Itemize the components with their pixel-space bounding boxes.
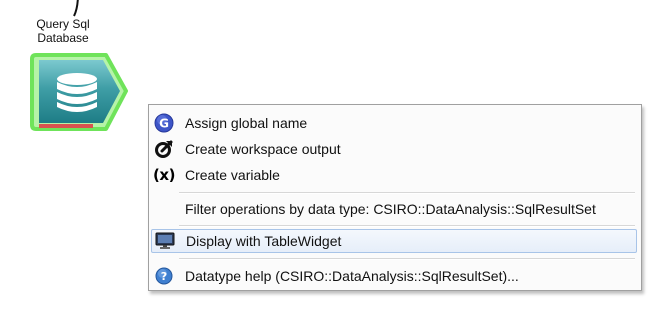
menu-item-assign-global-name[interactable]: G Assign global name [151, 111, 637, 135]
menu-separator [179, 192, 635, 194]
context-menu: G Assign global name Create workspace ou… [148, 104, 642, 291]
menu-item-label: Create variable [185, 167, 280, 183]
menu-item-display-with-tablewidget[interactable]: Display with TableWidget [151, 229, 637, 253]
help-icon: ? [153, 265, 175, 287]
menu-item-label: Display with TableWidget [186, 233, 342, 249]
monitor-icon [154, 230, 176, 252]
query-sql-database-node[interactable] [28, 51, 132, 135]
menu-item-label: Assign global name [185, 115, 308, 131]
workspace-output-icon [153, 138, 175, 160]
menu-separator [179, 258, 635, 260]
menu-item-label: Datatype help (CSIRO::DataAnalysis::SqlR… [185, 268, 519, 284]
menu-separator [179, 225, 635, 227]
menu-item-label: Create workspace output [185, 141, 341, 157]
svg-text:?: ? [161, 270, 167, 283]
menu-item-create-variable[interactable]: (x) Create variable [151, 163, 637, 187]
menu-item-datatype-help[interactable]: ? Datatype help (CSIRO::DataAnalysis::Sq… [151, 264, 637, 288]
variable-icon: (x) [153, 166, 175, 184]
menu-item-label: Filter operations by data type: CSIRO::D… [185, 201, 596, 217]
node-label: Query Sql Database [18, 17, 108, 45]
node-status-bar [39, 124, 93, 128]
menu-item-filter-operations[interactable]: Filter operations by data type: CSIRO::D… [151, 197, 637, 221]
svg-text:G: G [159, 117, 169, 131]
global-name-icon: G [153, 112, 175, 134]
node-label-line1: Query Sql [36, 17, 90, 31]
menu-item-create-workspace-output[interactable]: Create workspace output [151, 137, 637, 161]
node-label-line2: Database [37, 31, 89, 45]
